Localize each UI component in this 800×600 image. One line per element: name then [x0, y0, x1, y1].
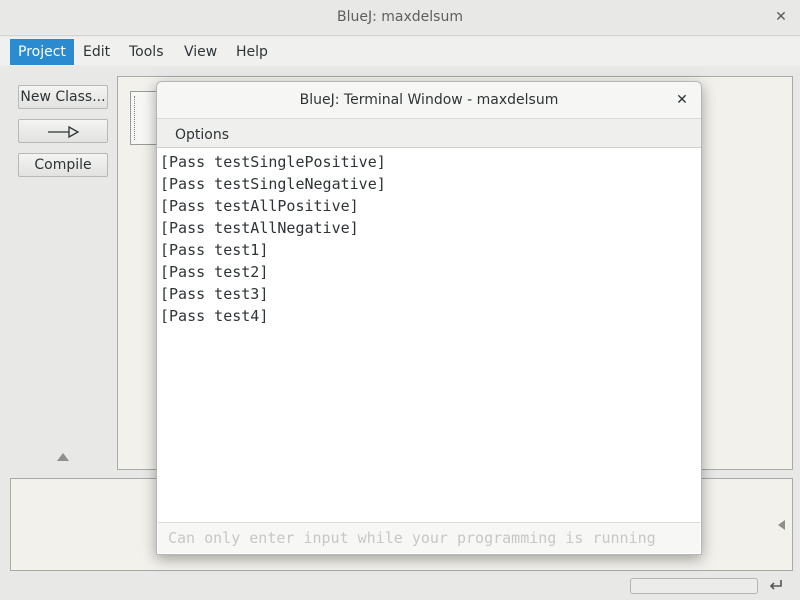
terminal-input-field[interactable]: Can only enter input while your programm…	[158, 522, 700, 553]
uses-arrow-icon	[48, 125, 80, 139]
class-icon-stripes	[134, 96, 140, 140]
menu-edit[interactable]: Edit	[75, 39, 118, 65]
close-icon[interactable]: ✕	[772, 8, 790, 26]
output-line: [Pass test2]	[160, 263, 269, 281]
output-line: [Pass testSingleNegative]	[160, 175, 386, 193]
new-class-button[interactable]: New Class...	[18, 85, 108, 109]
terminal-window: BlueJ: Terminal Window - maxdelsum ✕ Opt…	[156, 81, 702, 555]
output-line: [Pass testSinglePositive]	[160, 153, 386, 171]
output-line: [Pass test3]	[160, 285, 269, 303]
menu-tools[interactable]: Tools	[121, 39, 172, 65]
main-titlebar: BlueJ: maxdelsum ✕	[0, 0, 800, 36]
output-line: [Pass testAllNegative]	[160, 219, 359, 237]
collapse-up-icon[interactable]	[57, 453, 69, 461]
output-line: [Pass test4]	[160, 307, 269, 325]
expand-left-icon[interactable]	[778, 520, 785, 530]
output-line: [Pass testAllPositive]	[160, 197, 359, 215]
progress-bar	[630, 578, 758, 594]
window-title: BlueJ: maxdelsum	[337, 9, 463, 25]
terminal-titlebar: BlueJ: Terminal Window - maxdelsum ✕	[157, 82, 701, 119]
terminal-title: BlueJ: Terminal Window - maxdelsum	[299, 92, 559, 108]
terminal-close-icon[interactable]: ✕	[673, 91, 691, 109]
menu-help[interactable]: Help	[228, 39, 276, 65]
menubar: Project Edit Tools View Help	[0, 37, 800, 66]
menu-view[interactable]: View	[176, 39, 225, 65]
uses-arrow-button[interactable]	[18, 119, 108, 143]
menu-project[interactable]: Project	[10, 39, 74, 65]
reset-vm-icon[interactable]	[766, 576, 786, 596]
menu-options[interactable]: Options	[167, 122, 237, 148]
compile-button[interactable]: Compile	[18, 153, 108, 177]
output-line: [Pass test1]	[160, 241, 269, 259]
terminal-output[interactable]: [Pass testSinglePositive] [Pass testSing…	[160, 151, 698, 519]
terminal-menubar: Options	[157, 119, 701, 148]
